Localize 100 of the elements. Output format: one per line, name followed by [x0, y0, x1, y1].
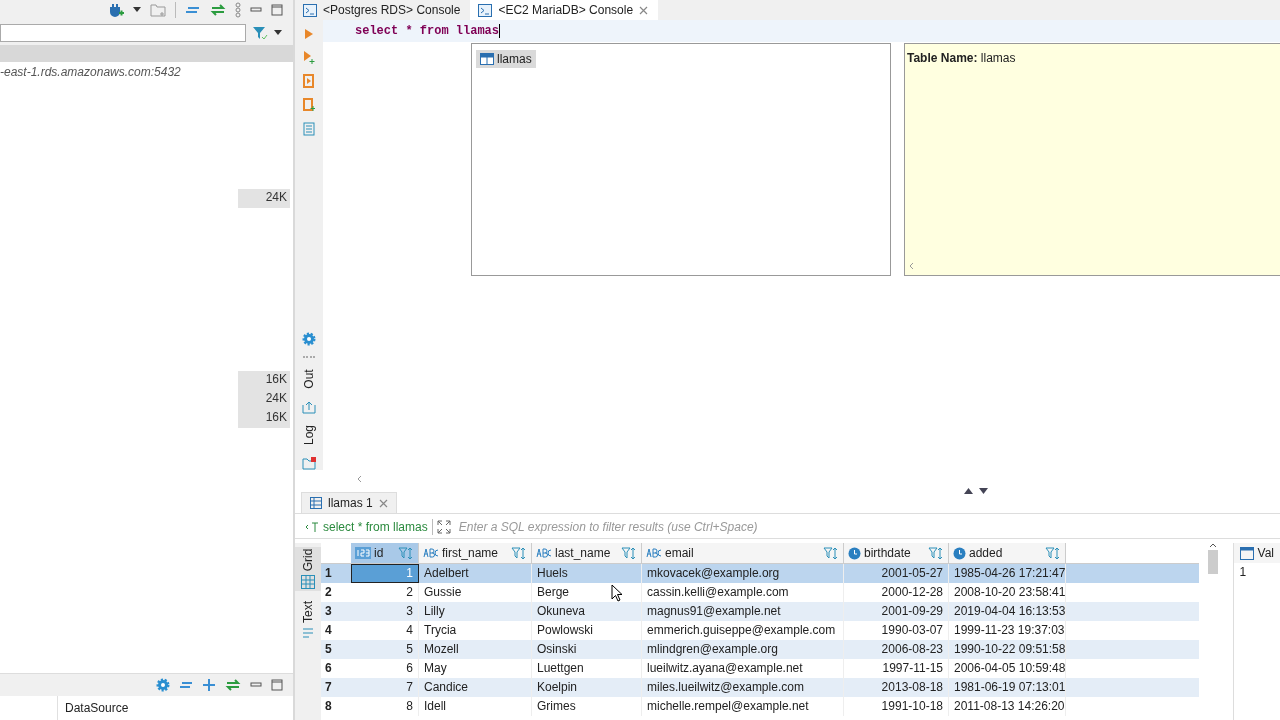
table-cell: Lilly — [419, 602, 532, 621]
query-text: select * from llamas — [323, 520, 428, 534]
minimize-icon[interactable] — [250, 681, 262, 689]
column-header[interactable]: first_name — [419, 543, 532, 563]
table-cell: mkovacek@example.org — [642, 564, 844, 583]
filter-sort-icon[interactable] — [511, 546, 527, 560]
settings-icon[interactable] — [302, 332, 316, 346]
scroll-up-icon[interactable] — [1208, 543, 1217, 548]
filter-field[interactable] — [0, 23, 246, 42]
link-arrows-icon[interactable] — [225, 679, 241, 691]
view-tab[interactable]: Grid — [295, 547, 322, 591]
row-number: 1 — [324, 565, 333, 582]
run-icon[interactable] — [304, 28, 314, 40]
host-label[interactable]: -east-1.rds.amazonaws.com:5432 — [0, 62, 293, 81]
column-header[interactable]: id — [351, 543, 419, 563]
table-cell: 8 — [351, 697, 419, 716]
table-row[interactable]: 7 7 Candice Koelpin miles.lueilwitz@example.com 2013-08-18 1981-06-19 07:13:01 — [321, 678, 1200, 697]
number-type-icon — [355, 547, 371, 559]
folder-add-icon[interactable] — [150, 3, 166, 17]
side-tab[interactable]: Out — [302, 369, 316, 389]
column-header[interactable]: added — [949, 543, 1066, 563]
table-cell: 2013-08-18 — [844, 678, 949, 697]
filter-sort-icon[interactable] — [398, 546, 414, 560]
export-icon[interactable] — [302, 400, 316, 414]
collapse-icon[interactable] — [179, 680, 193, 690]
table-cell: Okuneva — [532, 602, 642, 621]
size-label: 16K — [238, 371, 290, 390]
expand-icon[interactable] — [436, 520, 451, 534]
table-cell: 5 — [351, 640, 419, 659]
clock-icon — [953, 546, 966, 560]
document-icon[interactable] — [303, 122, 315, 136]
table-cell: Koelpin — [532, 678, 642, 697]
clock-icon — [848, 546, 861, 560]
console-icon — [478, 3, 493, 17]
grid-icon — [310, 497, 322, 509]
row-number: 2 — [324, 584, 333, 601]
table-row[interactable]: 3 3 Lilly Okuneva magnus91@example.net 2001-09-29 2019-04-04 16:13:53 — [321, 602, 1200, 621]
table-cell: Grimes — [532, 697, 642, 716]
log-icon[interactable] — [302, 456, 316, 470]
column-header[interactable]: email — [642, 543, 844, 563]
editor-tab[interactable]: <EC2 MariaDB> Console — [470, 0, 659, 20]
run-new-tab-icon[interactable] — [303, 50, 315, 64]
minimize-icon[interactable] — [250, 6, 262, 14]
plug-add-icon[interactable] — [108, 2, 124, 18]
filter-sort-icon[interactable] — [621, 546, 637, 560]
row-number: 6 — [324, 660, 333, 677]
table-row[interactable]: 1 1 Adelbert Huels mkovacek@example.org 2001-05-27 1985-04-26 17:21:47 — [321, 564, 1200, 583]
results-tab[interactable]: llamas 1 — [301, 492, 397, 513]
suggestion-item[interactable]: llamas — [476, 50, 536, 68]
tab-label: <Postgres RDS> Console — [323, 3, 461, 17]
more-icon[interactable] — [235, 2, 241, 18]
filter-sort-icon[interactable] — [928, 546, 944, 560]
column-header[interactable]: birthdate — [844, 543, 949, 563]
close-icon[interactable] — [639, 5, 649, 15]
add-icon[interactable] — [202, 678, 216, 692]
size-label: 24K — [238, 189, 290, 208]
row-number: 7 — [324, 679, 333, 696]
sql-query[interactable]: select * from llamas — [355, 24, 500, 38]
script-run-icon[interactable] — [303, 74, 315, 88]
table-cell: Osinski — [532, 640, 642, 659]
grid-icon — [301, 575, 315, 589]
expand-down-icon[interactable] — [979, 488, 988, 494]
table-cell: Mozell — [419, 640, 532, 659]
scroll-thumb[interactable] — [1207, 550, 1218, 574]
caret-icon[interactable] — [133, 7, 141, 13]
close-icon[interactable] — [378, 498, 388, 508]
table-cell: miles.lueilwitz@example.com — [642, 678, 844, 697]
filter-icon[interactable] — [252, 25, 268, 40]
scroll-left-icon[interactable] — [357, 474, 362, 483]
table-icon — [480, 53, 494, 65]
table-cell: magnus91@example.net — [642, 602, 844, 621]
scroll-left-icon[interactable] — [909, 262, 914, 270]
collapse-up-icon[interactable] — [964, 488, 973, 494]
table-cell: 2001-05-27 — [844, 564, 949, 583]
link-arrows-icon[interactable] — [210, 4, 226, 16]
caret-icon[interactable] — [274, 29, 282, 36]
table-cell: 1991-10-18 — [844, 697, 949, 716]
maximize-icon[interactable] — [271, 4, 283, 16]
row-number: 3 — [324, 603, 333, 620]
filter-sort-icon[interactable] — [1045, 546, 1061, 560]
table-row[interactable]: 5 5 Mozell Osinski mlindgren@example.org 2006-08-23 1990-10-22 09:51:58 — [321, 640, 1200, 659]
collapse-icon[interactable] — [185, 5, 201, 15]
view-tab[interactable]: Text — [295, 599, 321, 643]
side-tab[interactable]: Log — [302, 425, 316, 445]
text-type-icon — [423, 548, 439, 558]
table-cell: 2001-09-29 — [844, 602, 949, 621]
table-cell: 1 — [351, 564, 419, 583]
settings-icon[interactable] — [156, 678, 170, 692]
maximize-icon[interactable] — [271, 679, 283, 691]
row-number: 5 — [324, 641, 333, 658]
value-text: 1 — [1238, 564, 1248, 581]
script-add-icon[interactable] — [303, 98, 315, 112]
table-cell: michelle.rempel@example.net — [642, 697, 844, 716]
filter-sort-icon[interactable] — [823, 546, 839, 560]
panel-icon — [1239, 546, 1254, 560]
table-cell: 1981-06-19 07:13:01 — [949, 678, 1066, 697]
table-row[interactable]: 8 8 Idell Grimes michelle.rempel@example.net 1991-10-18 2011-08-13 14:26:20 — [321, 697, 1200, 716]
table-cell: 2006-08-23 — [844, 640, 949, 659]
column-header[interactable]: last_name — [532, 543, 642, 563]
editor-tab[interactable]: <Postgres RDS> Console — [295, 0, 471, 20]
